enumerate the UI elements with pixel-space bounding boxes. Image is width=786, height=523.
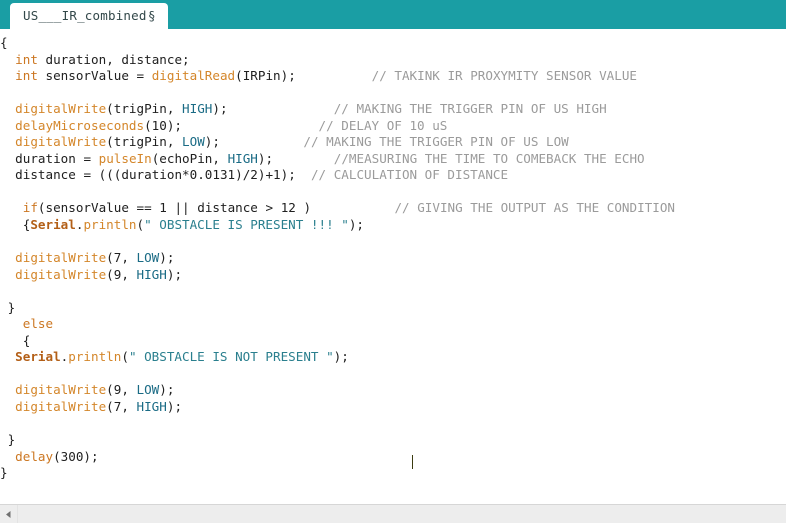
tab-bar: US___IR_combined § <box>0 0 786 29</box>
code-line[interactable] <box>0 234 786 251</box>
text-caret <box>412 455 413 469</box>
code-line[interactable]: digitalWrite(9, HIGH); <box>0 267 786 284</box>
code-line[interactable]: digitalWrite(7, HIGH); <box>0 399 786 416</box>
code-line[interactable]: duration = pulseIn(echoPin, HIGH); //MEA… <box>0 151 786 168</box>
triangle-left-icon[interactable] <box>0 505 18 523</box>
code-line[interactable]: { <box>0 333 786 350</box>
code-line[interactable]: delayMicroseconds(10); // DELAY OF 10 uS <box>0 118 786 135</box>
code-text[interactable]: { int duration, distance; int sensorValu… <box>0 29 786 482</box>
horizontal-scrollbar[interactable] <box>0 504 786 523</box>
code-editor[interactable]: { int duration, distance; int sensorValu… <box>0 29 786 504</box>
code-line[interactable]: } <box>0 300 786 317</box>
code-line[interactable]: digitalWrite(trigPin, HIGH); // MAKING T… <box>0 101 786 118</box>
code-line[interactable]: } <box>0 465 786 482</box>
code-line[interactable]: int sensorValue = digitalRead(IRPin); //… <box>0 68 786 85</box>
code-line[interactable] <box>0 85 786 102</box>
code-line[interactable]: } <box>0 432 786 449</box>
arduino-ide-window: US___IR_combined § { int duration, dista… <box>0 0 786 523</box>
code-line[interactable]: Serial.println(" OBSTACLE IS NOT PRESENT… <box>0 349 786 366</box>
horizontal-scrollbar-track[interactable] <box>18 505 786 523</box>
code-line[interactable]: digitalWrite(7, LOW); <box>0 250 786 267</box>
code-line[interactable] <box>0 366 786 383</box>
editor-tab-active[interactable]: US___IR_combined § <box>10 3 168 29</box>
code-line[interactable]: distance = (((duration*0.0131)/2)+1); //… <box>0 167 786 184</box>
code-line[interactable] <box>0 184 786 201</box>
code-line[interactable]: digitalWrite(trigPin, LOW); // MAKING TH… <box>0 134 786 151</box>
code-line[interactable]: if(sensorValue == 1 || distance > 12 ) /… <box>0 200 786 217</box>
editor-tab-label: US___IR_combined <box>23 7 147 23</box>
code-line[interactable] <box>0 283 786 300</box>
code-line[interactable]: digitalWrite(9, LOW); <box>0 382 786 399</box>
code-line[interactable]: { <box>0 35 786 52</box>
editor-tab-modified-marker: § <box>148 7 155 23</box>
code-line[interactable]: int duration, distance; <box>0 52 786 69</box>
code-line[interactable] <box>0 416 786 433</box>
code-line[interactable]: delay(300); <box>0 449 786 466</box>
code-line[interactable]: {Serial.println(" OBSTACLE IS PRESENT !!… <box>0 217 786 234</box>
code-line[interactable]: else <box>0 316 786 333</box>
